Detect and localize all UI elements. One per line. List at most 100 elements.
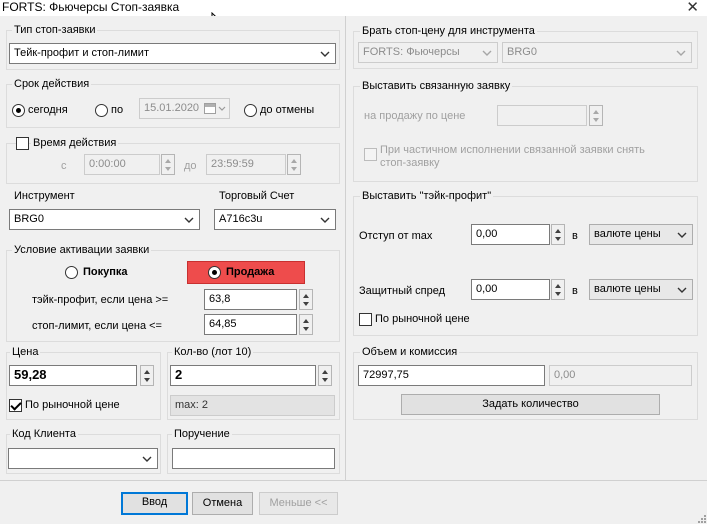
time-to-field[interactable]: 23:59:59 — [206, 154, 286, 175]
tp-offset-unit-select[interactable]: валюте цены — [589, 224, 693, 245]
price-market-label: По рыночной цене — [25, 399, 120, 411]
take-profit-legend: Выставить "тэйк-профит" — [360, 190, 494, 203]
validity-until-cancel-radio[interactable] — [244, 104, 257, 117]
resize-grip-icon[interactable] — [695, 512, 707, 524]
time-to-label: до — [184, 160, 197, 172]
instrument-legend: Инструмент — [12, 190, 77, 203]
time-window-legend: Время действия — [31, 137, 119, 150]
tp-spread-label: Защитный спред — [359, 285, 446, 297]
take-profit-price-field[interactable]: 63,8 — [204, 289, 297, 310]
time-window-checkbox[interactable] — [16, 137, 29, 150]
window-title: FORTS: Фьючерсы Стоп-заявка — [2, 0, 180, 14]
account-value: A716c3u — [219, 213, 263, 225]
validity-today-label: сегодня — [28, 104, 68, 116]
stop-price-class-value: FORTS: Фьючерсы — [363, 46, 460, 58]
validity-date-value: 15.01.2020 — [144, 102, 200, 114]
activation-legend: Условие активации заявки — [12, 244, 152, 257]
tp-spread-field[interactable]: 0,00 — [471, 279, 550, 300]
price-spinner[interactable] — [140, 365, 154, 386]
ok-button[interactable]: Ввод — [121, 492, 188, 515]
instruction-field[interactable] — [172, 448, 335, 469]
quantity-max-field: max: 2 — [170, 395, 335, 416]
chevron-down-icon — [142, 456, 152, 462]
order-type-legend: Тип стоп-заявки — [12, 24, 98, 37]
tp-offset-spinner[interactable] — [551, 224, 565, 245]
validity-date-picker[interactable]: 15.01.2020 — [139, 98, 230, 119]
price-value: 59,28 — [14, 367, 47, 382]
time-to-spinner[interactable] — [287, 154, 301, 175]
volume-field: 72997,75 — [358, 365, 545, 386]
quantity-field[interactable]: 2 — [170, 365, 316, 386]
tp-offset-value: 0,00 — [476, 228, 498, 240]
order-type-value: Тейк-профит и стоп-лимит — [14, 47, 149, 59]
tp-offset-field[interactable]: 0,00 — [471, 224, 550, 245]
stop-price-class-select[interactable]: FORTS: Фьючерсы — [358, 42, 498, 63]
activation-buy-label: Покупка — [83, 266, 128, 278]
footer-divider — [0, 480, 707, 481]
volume-legend: Объем и комиссия — [360, 346, 460, 359]
validity-today-radio[interactable] — [12, 104, 25, 117]
chevron-down-icon — [482, 50, 492, 56]
chevron-down-icon — [320, 217, 330, 223]
quantity-value: 2 — [175, 367, 183, 382]
chevron-down-icon — [677, 232, 687, 238]
activation-sell-label: Продажа — [226, 266, 275, 278]
chevron-down-icon — [218, 106, 226, 111]
order-type-select[interactable]: Тейк-профит и стоп-лимит — [9, 43, 336, 64]
chevron-down-icon — [184, 217, 194, 223]
tp-market-checkbox[interactable] — [359, 313, 372, 326]
stop-price-instrument-value: BRG0 — [507, 46, 537, 58]
stop-limit-price-field[interactable]: 64,85 — [204, 314, 297, 335]
close-icon[interactable]: ✕ — [686, 0, 699, 16]
price-field[interactable]: 59,28 — [9, 365, 137, 386]
cancel-button[interactable]: Отмена — [192, 492, 253, 515]
tp-spread-unit-prefix: в — [572, 285, 578, 297]
stop-limit-price-spinner[interactable] — [299, 314, 313, 335]
chevron-down-icon — [676, 50, 686, 56]
tp-spread-unit-select[interactable]: валюте цены — [589, 279, 693, 300]
client-code-select[interactable] — [8, 448, 158, 469]
price-legend: Цена — [10, 346, 41, 359]
volume-value: 72997,75 — [363, 369, 409, 381]
time-from-field[interactable]: 0:00:00 — [84, 154, 160, 175]
linked-order-legend: Выставить связанную заявку — [360, 80, 513, 93]
activation-buy-radio[interactable] — [65, 266, 78, 279]
instrument-value: BRG0 — [14, 213, 44, 225]
instrument-select[interactable]: BRG0 — [9, 209, 200, 230]
account-legend: Торговый Счет — [217, 190, 297, 203]
set-quantity-button[interactable]: Задать количество — [401, 394, 660, 415]
linked-sell-price-label: на продажу по цене — [364, 110, 466, 122]
less-button[interactable]: Меньше << — [259, 492, 338, 515]
time-from-value: 0:00:00 — [89, 158, 126, 170]
quantity-max-value: max: 2 — [175, 399, 209, 411]
stop-price-instrument-select[interactable]: BRG0 — [502, 42, 692, 63]
instruction-legend: Поручение — [172, 428, 232, 441]
stop-limit-price-label: стоп-лимит, если цена <= — [32, 320, 162, 332]
tp-spread-spinner[interactable] — [551, 279, 565, 300]
tp-offset-unit-prefix: в — [572, 230, 578, 242]
price-market-checkbox[interactable] — [9, 399, 22, 412]
stop-limit-price-value: 64,85 — [209, 318, 237, 330]
account-select[interactable]: A716c3u — [214, 209, 336, 230]
tp-offset-label: Отступ от max — [359, 230, 433, 242]
activation-sell-radio[interactable] — [208, 266, 221, 279]
calendar-icon — [204, 103, 216, 114]
tp-spread-unit-value: валюте цены — [594, 283, 661, 295]
linked-partial-label-line1: При частичном исполнении связанной заявк… — [380, 144, 645, 156]
commission-value: 0,00 — [554, 369, 576, 381]
linked-sell-price-field[interactable] — [497, 105, 587, 126]
linked-partial-checkbox[interactable] — [364, 148, 377, 161]
linked-sell-price-spinner[interactable] — [589, 105, 603, 126]
validity-until-label: по — [111, 104, 124, 116]
validity-until-radio[interactable] — [95, 104, 108, 117]
take-profit-price-value: 63,8 — [209, 293, 231, 305]
title-bar: FORTS: Фьючерсы Стоп-заявка ✕ — [0, 0, 707, 16]
tp-offset-unit-value: валюте цены — [594, 228, 661, 240]
validity-until-cancel-label: до отмены — [260, 104, 315, 116]
tp-market-label: По рыночной цене — [375, 313, 470, 325]
quantity-spinner[interactable] — [318, 365, 332, 386]
take-profit-price-spinner[interactable] — [299, 289, 313, 310]
quantity-legend: Кол-во (лот 10) — [172, 346, 254, 359]
time-to-value: 23:59:59 — [211, 158, 254, 170]
time-from-spinner[interactable] — [161, 154, 175, 175]
